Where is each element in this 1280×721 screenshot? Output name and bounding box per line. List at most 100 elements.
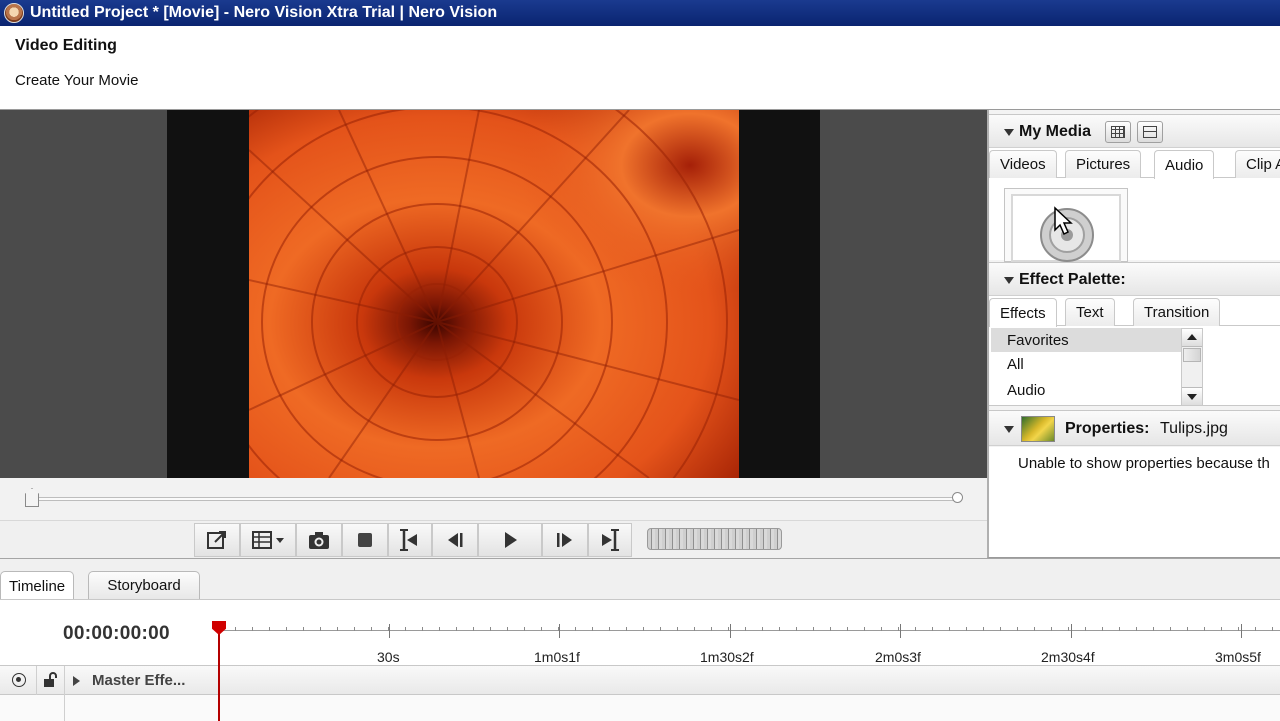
ruler-label: 1m0s1f [534,649,580,665]
go-to-start-button[interactable] [388,523,432,557]
detail-view-icon [1143,126,1157,138]
timeline-panel: Timeline Storyboard 00:00:00:00 30s 1m0s… [0,558,1280,721]
ruler-ticks [218,627,1273,631]
timeline-tab-bar: Timeline Storyboard [0,559,1280,600]
stop-button[interactable] [342,523,388,557]
fullscreen-button[interactable] [194,523,240,557]
master-effects-track[interactable]: Master Effe... [0,665,1280,696]
ruler-label: 3m0s5f [1215,649,1261,665]
track-label: Master Effe... [92,672,186,689]
ruler-major-tick [389,624,390,638]
arrow-up-icon [1187,334,1197,340]
image-thumbnail-icon [1021,416,1055,442]
fullscreen-icon [207,531,226,549]
scroll-thumb[interactable] [1183,348,1201,362]
my-media-header[interactable]: My Media [989,114,1280,148]
list-item-audio[interactable]: Audio [991,378,1181,402]
snapshot-button[interactable] [296,523,342,557]
mouse-cursor-icon [1054,206,1073,236]
ruler-label: 1m30s2f [700,649,754,665]
play-icon [505,532,517,548]
properties-message: Unable to show properties because th [1018,455,1270,472]
page-header: Video Editing Create Your Movie [0,26,1280,110]
preview-image [249,110,739,478]
ruler-major-tick [1071,624,1072,638]
ruler-major-tick [559,624,560,638]
properties-filename: Tulips.jpg [1160,420,1228,437]
next-frame-button[interactable] [542,523,588,557]
effect-palette-tabs: Effects Text Transition [989,296,1280,327]
effect-list-scrollbar[interactable] [1181,328,1203,406]
previous-frame-button[interactable] [432,523,478,557]
ruler-label: 2m0s3f [875,649,921,665]
display-mode-icon [252,531,284,549]
tab-videos[interactable]: Videos [989,150,1057,178]
scroll-down-button[interactable] [1182,387,1202,405]
window-title-bar[interactable]: Untitled Project * [Movie] - Nero Vision… [0,0,1280,26]
ruler-major-tick [900,624,901,638]
record-toggle-icon[interactable] [12,673,26,687]
window-title: Untitled Project * [Movie] - Nero Vision… [30,4,498,21]
jog-wheel[interactable] [647,528,782,550]
lock-icon[interactable] [42,672,58,688]
tab-clip-art[interactable]: Clip A [1235,150,1280,178]
tab-audio[interactable]: Audio [1154,150,1215,179]
ruler-major-tick [1241,624,1242,638]
ruler-label: 30s [377,649,400,665]
properties-title: Properties: [1065,420,1150,437]
previous-frame-icon [448,533,463,547]
collapse-triangle-icon[interactable] [1004,129,1014,136]
tab-storyboard[interactable]: Storyboard [88,571,200,599]
current-timecode: 00:00:00:00 [63,623,170,644]
timeline-ruler[interactable]: 00:00:00:00 30s 1m0s1f 1m30s2f 2m0s3f 2m… [0,599,1280,665]
effect-list: Favorites All Audio [989,326,1280,406]
go-to-end-button[interactable] [588,523,632,557]
grid-view-button[interactable] [1105,121,1131,143]
scrub-end-marker[interactable] [952,492,963,503]
media-thumbnail[interactable] [1004,188,1128,262]
tab-text[interactable]: Text [1065,298,1115,326]
page-subtitle: Create Your Movie [15,72,139,89]
right-panel: My Media Videos Pictures Audio Clip A Ef… [987,110,1280,558]
collapse-triangle-icon[interactable] [1004,426,1014,433]
transport-bar [0,520,987,558]
ruler-major-tick [730,624,731,638]
tab-effects[interactable]: Effects [989,298,1057,327]
scroll-up-button[interactable] [1182,329,1202,347]
effect-palette-title: Effect Palette: [1019,271,1126,288]
video-track[interactable] [0,695,1280,721]
next-frame-icon [557,533,572,547]
stop-icon [358,533,372,547]
detail-view-button[interactable] [1137,121,1163,143]
properties-header[interactable]: Properties: Tulips.jpg [989,410,1280,446]
ruler-label: 2m30s4f [1041,649,1095,665]
tab-timeline[interactable]: Timeline [0,571,75,600]
app-icon[interactable] [4,3,24,23]
my-media-tabs: Videos Pictures Audio Clip A [989,148,1280,179]
flower-image [249,110,739,478]
collapse-triangle-icon[interactable] [1004,277,1014,284]
properties-body: Unable to show properties because th [989,447,1280,557]
my-media-title: My Media [1019,123,1092,140]
page-title: Video Editing [15,37,117,54]
playhead-line[interactable] [218,621,220,721]
display-mode-button[interactable] [240,523,296,557]
go-to-end-icon [602,529,619,551]
media-area [989,178,1280,262]
list-item-all[interactable]: All [991,352,1181,376]
effect-palette-header[interactable]: Effect Palette: [989,262,1280,296]
list-item-favorites[interactable]: Favorites [991,328,1181,352]
scrub-thumb[interactable] [25,488,39,507]
video-preview[interactable] [0,110,987,478]
snapshot-icon [309,532,329,549]
tab-pictures[interactable]: Pictures [1065,150,1142,178]
go-to-start-icon [400,529,417,551]
arrow-down-icon [1187,394,1197,400]
track-header: Master Effe... [0,666,218,696]
expand-track-icon[interactable] [72,675,82,687]
scrub-track[interactable] [30,497,958,501]
preview-scrubber[interactable] [0,478,987,520]
play-button[interactable] [478,523,542,557]
tab-transition[interactable]: Transition [1133,298,1221,326]
grid-view-icon [1111,126,1125,138]
